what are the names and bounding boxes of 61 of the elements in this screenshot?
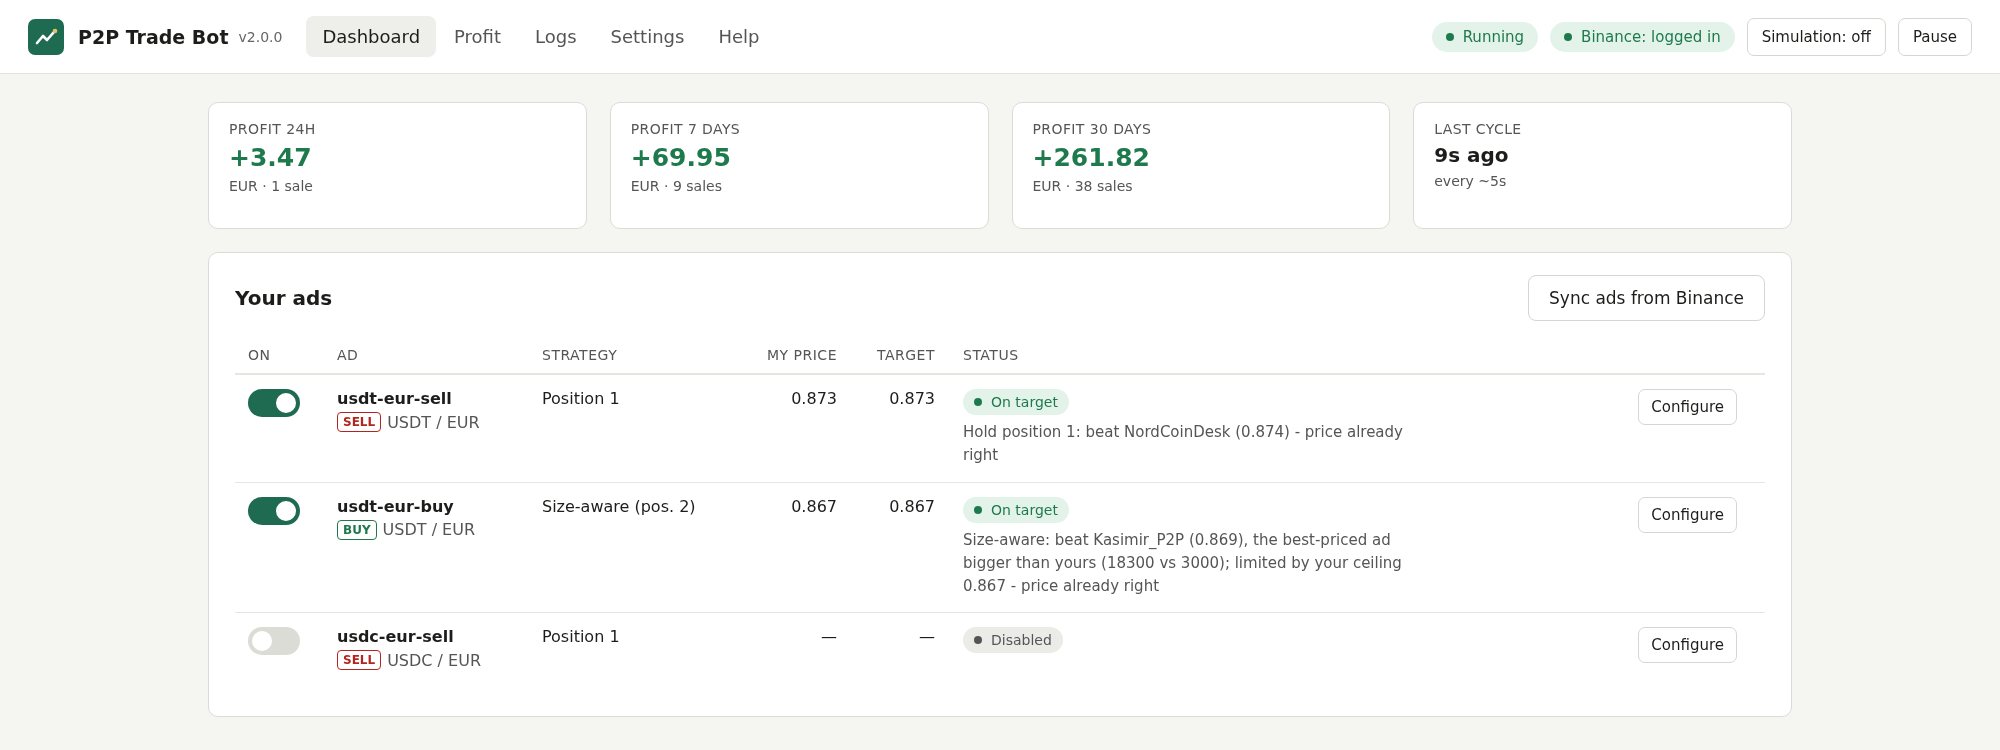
side-tag: SELL bbox=[337, 650, 382, 671]
column-header: STRATEGY bbox=[542, 347, 619, 363]
pair-label: USDC / EUR bbox=[387, 650, 481, 670]
configure-button[interactable]: Configure bbox=[1638, 627, 1737, 664]
nav-tab[interactable]: Settings bbox=[594, 16, 701, 57]
price-cell-text: 0.867 bbox=[790, 496, 837, 518]
simulation-button[interactable]: Simulation: off bbox=[1746, 17, 1886, 56]
price-cell-text: — bbox=[820, 627, 837, 649]
ad-name: usdt-eur-sell bbox=[337, 389, 453, 408]
nav-tab[interactable]: Logs bbox=[519, 16, 593, 57]
pair-label: USDT / EUR bbox=[387, 412, 480, 432]
strategy-cell-text: Size-aware (pos. 2) bbox=[542, 496, 697, 518]
sync-button[interactable]: Sync ads from Binance bbox=[1528, 275, 1765, 321]
stat-label: PROFIT 7 DAYS bbox=[630, 121, 742, 137]
stat-note: EUR · 9 sales bbox=[630, 178, 723, 194]
column-header: AD bbox=[337, 347, 360, 363]
target-cell-text: 0.867 bbox=[888, 496, 935, 518]
column-header: ON bbox=[248, 347, 272, 363]
stat-value: +3.47 bbox=[229, 143, 313, 172]
pause-button[interactable]: Pause bbox=[1897, 17, 1972, 56]
status-detail: Size-aware: beat Kasimir_P2P (0.869), the best-priced ad bigger than yours (18300 vs 3000); limited by your ceiling 0.867 - price already right bbox=[963, 529, 1403, 597]
nav-tab[interactable]: Profit bbox=[438, 16, 517, 57]
ad-name: usdt-eur-buy bbox=[337, 496, 455, 516]
stat-label: LAST CYCLE bbox=[1434, 121, 1523, 137]
configure-button[interactable]: Configure bbox=[1638, 389, 1737, 425]
target-cell-text: — bbox=[918, 627, 935, 649]
version-label: v2.0.0 bbox=[238, 28, 283, 45]
toggle-switch[interactable] bbox=[248, 496, 300, 525]
status-badge: Binance: logged in bbox=[1550, 21, 1735, 52]
toggle-switch[interactable] bbox=[248, 389, 300, 417]
strategy-cell-text: Position 1 bbox=[542, 389, 621, 410]
ad-name: usdc-eur-sell bbox=[337, 627, 455, 647]
status-badge: On target bbox=[963, 496, 1069, 523]
pair-label: USDT / EUR bbox=[382, 520, 476, 539]
status-badge: On target bbox=[963, 389, 1069, 415]
stat-label: PROFIT 24H bbox=[229, 121, 317, 137]
column-header: STATUS bbox=[962, 347, 1020, 363]
column-header: TARGET bbox=[876, 347, 935, 363]
stat-note: EUR · 38 sales bbox=[1032, 178, 1134, 194]
stat-value: 9s ago bbox=[1434, 143, 1510, 167]
status-detail: Hold position 1: beat NordCoinDesk (0.874) - price already right bbox=[963, 422, 1404, 467]
stat-label: PROFIT 30 DAYS bbox=[1032, 121, 1153, 137]
chart-logo-icon bbox=[28, 18, 64, 55]
status-badge: Running bbox=[1431, 21, 1539, 52]
column-header: MY PRICE bbox=[766, 347, 837, 363]
stat-note: EUR · 1 sale bbox=[229, 178, 314, 194]
stat-value: +261.82 bbox=[1032, 143, 1151, 172]
toggle-switch[interactable] bbox=[248, 627, 300, 656]
nav-tab[interactable]: Help bbox=[702, 16, 776, 57]
side-tag: BUY bbox=[337, 519, 377, 540]
side-tag: SELL bbox=[337, 412, 382, 432]
configure-button[interactable]: Configure bbox=[1638, 496, 1737, 533]
panel-title: Your ads bbox=[235, 286, 333, 310]
stat-value: +69.95 bbox=[630, 143, 732, 172]
strategy-cell-text: Position 1 bbox=[542, 627, 621, 649]
stat-note: every ~5s bbox=[1434, 173, 1508, 189]
price-cell-text: 0.873 bbox=[790, 389, 837, 410]
nav-tab[interactable]: Dashboard bbox=[306, 16, 437, 57]
target-cell-text: 0.873 bbox=[888, 389, 935, 410]
status-badge: Disabled bbox=[963, 627, 1063, 654]
app-title: P2P Trade Bot bbox=[78, 25, 229, 48]
